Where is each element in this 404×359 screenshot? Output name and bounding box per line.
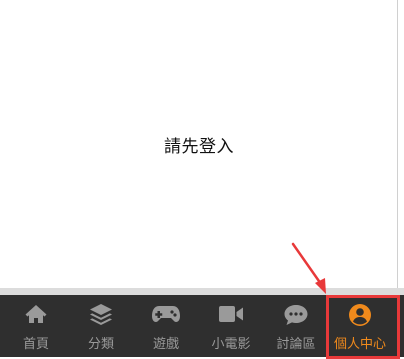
- tab-label: 個人中心: [333, 337, 386, 352]
- tab-profile[interactable]: 個人中心: [328, 295, 392, 357]
- gamepad-icon: [134, 303, 198, 327]
- tab-label: 遊戲: [152, 337, 179, 352]
- chat-bubble-icon: [264, 303, 328, 327]
- tab-movies[interactable]: 小電影: [199, 295, 263, 357]
- tab-category[interactable]: 分類: [69, 295, 133, 357]
- user-circle-icon: [328, 303, 392, 327]
- tab-label: 小電影: [211, 337, 251, 352]
- layers-icon: [69, 303, 133, 327]
- tab-home[interactable]: 首頁: [4, 295, 68, 357]
- tab-label: 討論區: [276, 337, 316, 352]
- tab-label: 分類: [87, 337, 114, 352]
- home-icon: [4, 303, 68, 327]
- tab-games[interactable]: 遊戲: [134, 295, 198, 357]
- tab-label: 首頁: [22, 337, 49, 352]
- main-content: 請先登入: [0, 0, 398, 288]
- tab-forum[interactable]: 討論區: [264, 295, 328, 357]
- login-prompt-text[interactable]: 請先登入: [0, 132, 398, 157]
- bottom-tab-bar: 首頁 分類 遊戲 小電影 討論區 個人中心: [0, 295, 404, 357]
- video-camera-icon: [199, 303, 263, 327]
- separator: [0, 288, 404, 295]
